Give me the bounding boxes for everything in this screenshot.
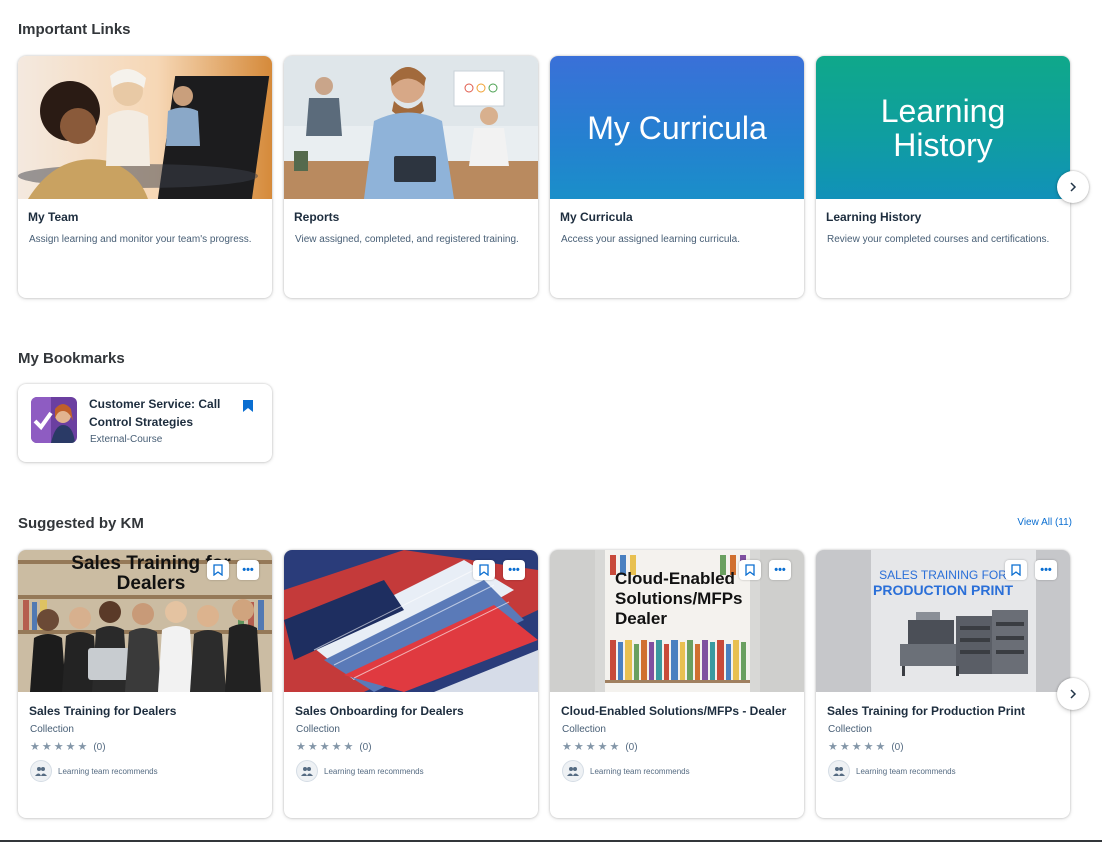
rating-count: (0) (93, 742, 106, 753)
learning-history-description: Review your completed courses and certif… (827, 234, 1050, 245)
reports-title: Reports (294, 210, 340, 224)
suggested-card-cloud-enabled-solutions[interactable]: Cloud-Enabled Solutions/MFPs Dealer ••• … (550, 550, 804, 818)
bookmark-button[interactable] (739, 560, 761, 580)
sales-training-dealers-image: Sales Training for Dealers ••• (18, 550, 272, 692)
bookmark-outline-icon (1011, 564, 1021, 576)
star-icons: ★★★★★ (828, 741, 888, 753)
star-icons: ★★★★★ (296, 741, 356, 753)
rating-count: (0) (891, 742, 904, 753)
learning-history-image: Learning History (816, 56, 1070, 199)
recommendation-text: Learning team recommends (324, 766, 424, 776)
bookmark-button[interactable] (207, 560, 229, 580)
bookmark-title[interactable]: Customer Service: Call Control Strategie… (89, 395, 239, 431)
bookmark-button[interactable] (473, 560, 495, 580)
link-card-my-curricula[interactable]: My Curricula My Curricula Access your as… (550, 56, 804, 298)
reports-image (284, 56, 538, 199)
my-curricula-thumb-text: My Curricula (587, 109, 767, 146)
team-icon (828, 760, 850, 782)
suggested-card-sales-training-dealers[interactable]: Sales Training for Dealers ••• Sales Tra… (18, 550, 272, 818)
link-card-learning-history[interactable]: Learning History Learning History Review… (816, 56, 1070, 298)
view-all-link[interactable]: View All (11) (1017, 517, 1072, 528)
star-icons: ★★★★★ (562, 741, 622, 753)
chevron-right-icon (1070, 182, 1077, 192)
my-curricula-title: My Curricula (560, 210, 633, 224)
bookmark-button[interactable] (1005, 560, 1027, 580)
team-icon (30, 760, 52, 782)
more-icon: ••• (1040, 564, 1052, 576)
my-team-description: Assign learning and monitor your team's … (29, 234, 252, 245)
bookmark-filled-icon[interactable] (242, 399, 254, 413)
bookmark-thumbnail (31, 397, 77, 443)
rating-stars: ★★★★★ (0) (562, 740, 638, 753)
cloud-enabled-banner: Cloud-Enabled Solutions/MFPs Dealer (615, 569, 743, 628)
suggested-card-title[interactable]: Sales Onboarding for Dealers (295, 704, 464, 718)
suggested-card-type: Collection (562, 724, 606, 735)
suggested-card-production-print[interactable]: SALES TRAINING FOR PRODUCTION PRINT ••• … (816, 550, 1070, 818)
suggested-card-title[interactable]: Sales Training for Production Print (827, 704, 1025, 718)
recommendation: Learning team recommends (296, 760, 424, 782)
important-links-heading: Important Links (18, 21, 131, 38)
chevron-right-icon (1070, 689, 1077, 699)
production-print-banner-2: PRODUCTION PRINT (873, 582, 1013, 598)
my-bookmarks-heading: My Bookmarks (18, 350, 125, 367)
recommendation: Learning team recommends (562, 760, 690, 782)
bookmark-card[interactable]: Customer Service: Call Control Strategie… (18, 384, 272, 462)
more-options-button[interactable]: ••• (769, 560, 791, 580)
my-team-image (18, 56, 272, 199)
production-print-banner-1: SALES TRAINING FOR (879, 568, 1007, 582)
suggested-card-title[interactable]: Sales Training for Dealers (29, 704, 176, 718)
learning-history-title: Learning History (826, 210, 922, 224)
suggested-card-type: Collection (30, 724, 74, 735)
more-icon: ••• (774, 564, 786, 576)
cloud-enabled-solutions-image: Cloud-Enabled Solutions/MFPs Dealer ••• (550, 550, 804, 692)
my-curricula-description: Access your assigned learning curricula. (561, 234, 740, 245)
important-links-next-button[interactable] (1057, 171, 1089, 203)
link-card-reports[interactable]: Reports View assigned, completed, and re… (284, 56, 538, 298)
rating-stars: ★★★★★ (0) (30, 740, 106, 753)
my-curricula-image: My Curricula (550, 56, 804, 199)
recommendation-text: Learning team recommends (856, 766, 956, 776)
more-options-button[interactable]: ••• (1035, 560, 1057, 580)
recommendation-text: Learning team recommends (58, 766, 158, 776)
suggested-card-title[interactable]: Cloud-Enabled Solutions/MFPs - Dealer (561, 704, 786, 718)
bookmark-outline-icon (745, 564, 755, 576)
rating-count: (0) (625, 742, 638, 753)
production-print-image: SALES TRAINING FOR PRODUCTION PRINT ••• (816, 550, 1070, 692)
more-options-button[interactable]: ••• (503, 560, 525, 580)
reports-description: View assigned, completed, and registered… (295, 234, 519, 245)
bookmark-outline-icon (479, 564, 489, 576)
suggested-heading: Suggested by KM (18, 515, 144, 532)
bookmark-outline-icon (213, 564, 223, 576)
more-icon: ••• (508, 564, 520, 576)
suggested-card-type: Collection (296, 724, 340, 735)
sales-training-dealers-banner: Sales Training for Dealers (71, 553, 231, 594)
team-icon (296, 760, 318, 782)
team-icon (562, 760, 584, 782)
star-icons: ★★★★★ (30, 741, 90, 753)
rating-stars: ★★★★★ (0) (296, 740, 372, 753)
suggested-card-sales-onboarding-dealers[interactable]: ••• Sales Onboarding for Dealers Collect… (284, 550, 538, 818)
more-icon: ••• (242, 564, 254, 576)
link-card-my-team[interactable]: My Team Assign learning and monitor your… (18, 56, 272, 298)
sales-onboarding-dealers-image: ••• (284, 550, 538, 692)
learning-history-thumb-text: Learning History (880, 92, 1006, 163)
rating-count: (0) (359, 742, 372, 753)
recommendation: Learning team recommends (828, 760, 956, 782)
more-options-button[interactable]: ••• (237, 560, 259, 580)
my-team-title: My Team (28, 210, 79, 224)
suggested-next-button[interactable] (1057, 678, 1089, 710)
recommendation-text: Learning team recommends (590, 766, 690, 776)
suggested-card-type: Collection (828, 724, 872, 735)
recommendation: Learning team recommends (30, 760, 158, 782)
bookmark-type: External-Course (90, 434, 163, 445)
rating-stars: ★★★★★ (0) (828, 740, 904, 753)
